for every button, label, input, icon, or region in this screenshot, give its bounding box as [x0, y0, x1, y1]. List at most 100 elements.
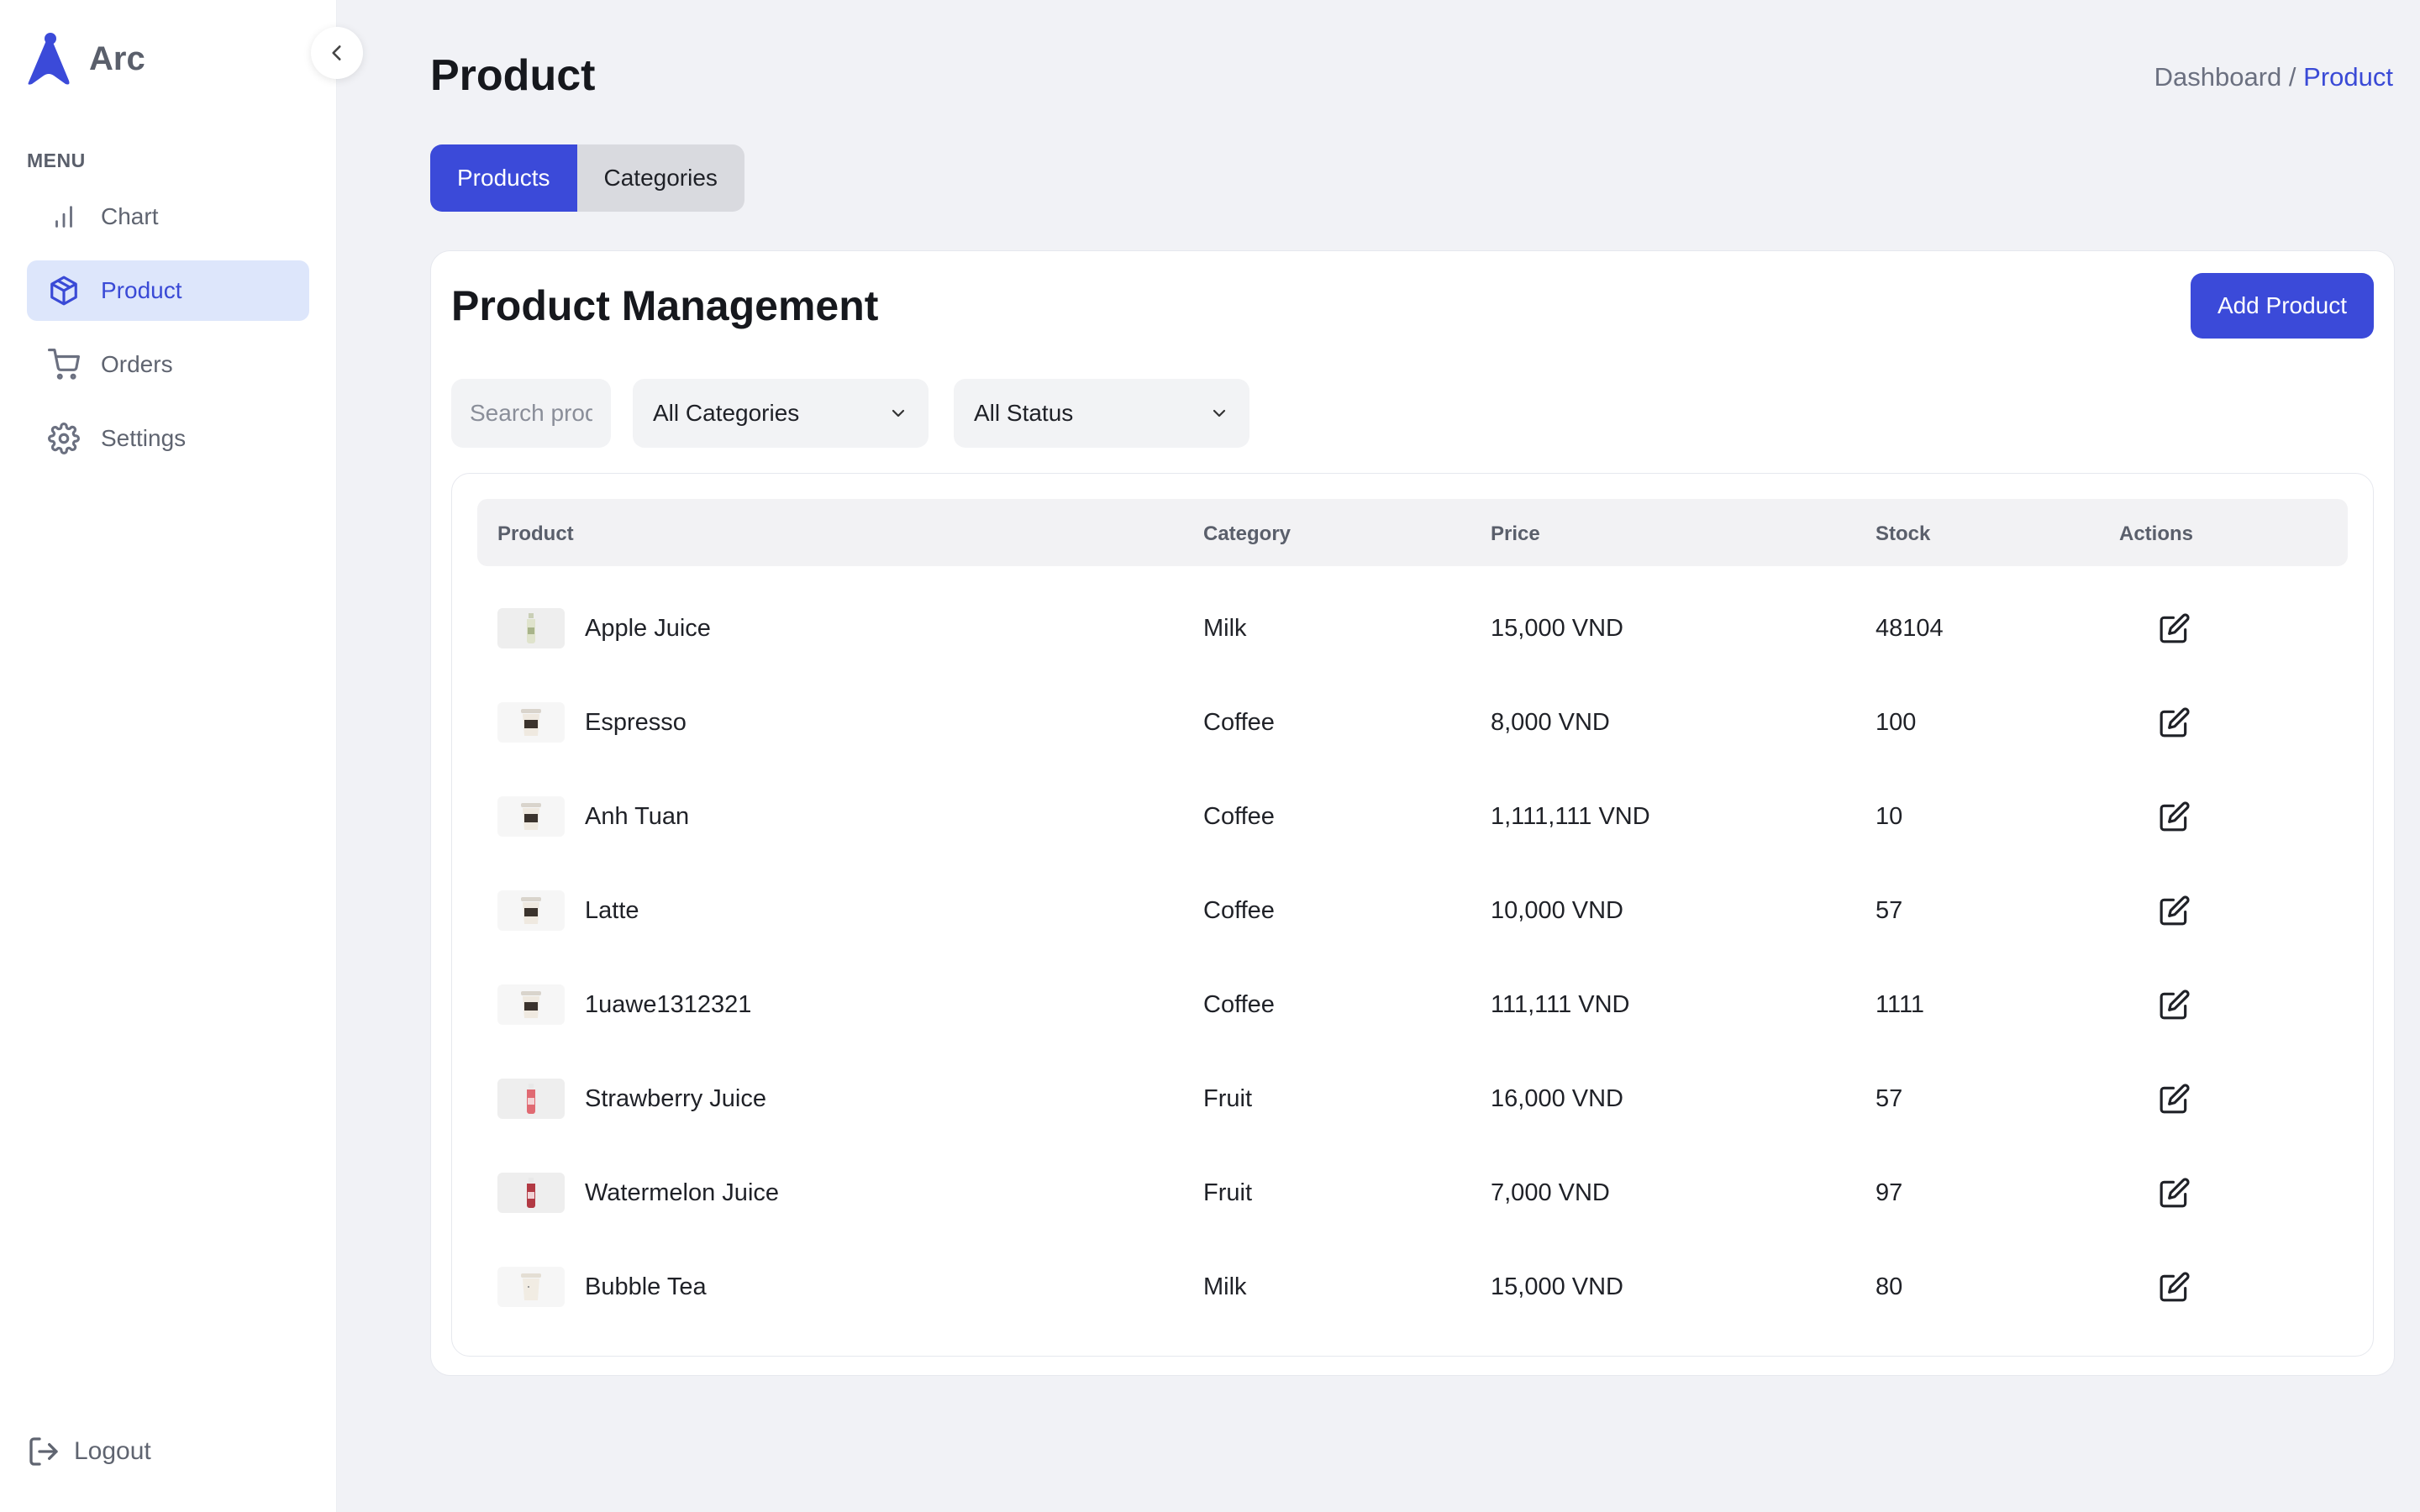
- category-filter-select[interactable]: All Categories: [633, 379, 929, 448]
- column-header-actions: Actions: [2119, 522, 2194, 545]
- product-stock: 57: [1876, 897, 1903, 924]
- chevron-down-icon: [1213, 409, 1226, 417]
- edit-icon[interactable]: [2156, 610, 2193, 647]
- product-price: 10,000 VND: [1491, 897, 1623, 924]
- table-row: Latte Coffee 10,000 VND 57: [477, 864, 2348, 958]
- cart-icon: [47, 348, 81, 381]
- column-header-category: Category: [1203, 522, 1292, 545]
- product-category: Milk: [1203, 1273, 1247, 1300]
- product-stock: 48104: [1876, 615, 1944, 642]
- table-row: Espresso Coffee 8,000 VND 100: [477, 675, 2348, 769]
- chevron-left-icon: [332, 45, 341, 60]
- product-price: 15,000 VND: [1491, 615, 1623, 642]
- product-name: Watermelon Juice: [585, 1179, 780, 1206]
- status-filter-select[interactable]: All Status: [954, 379, 1249, 448]
- product-stock: 97: [1876, 1179, 1903, 1206]
- table-row: Watermelon Juice Fruit 7,000 VND 97: [477, 1146, 2348, 1240]
- product-price: 1,111,111 VND: [1491, 803, 1650, 830]
- column-header-product: Product: [497, 522, 574, 545]
- product-thumbnail: [497, 1173, 565, 1213]
- tab-bar: Products Categories: [430, 144, 744, 212]
- gear-icon: [47, 422, 81, 455]
- product-price: 7,000 VND: [1491, 1179, 1610, 1206]
- product-price: 15,000 VND: [1491, 1273, 1623, 1300]
- product-category: Fruit: [1203, 1085, 1252, 1112]
- logout-button[interactable]: Logout: [27, 1435, 151, 1468]
- breadcrumb-current: Product: [2303, 62, 2393, 92]
- sidebar-item-product[interactable]: Product: [27, 260, 309, 321]
- column-header-stock: Stock: [1876, 522, 1931, 545]
- table-row: Anh Tuan Coffee 1,111,111 VND 10: [477, 769, 2348, 864]
- product-stock: 57: [1876, 1085, 1903, 1112]
- chevron-down-icon: [892, 409, 905, 417]
- product-name: Apple Juice: [585, 615, 711, 642]
- logout-label: Logout: [74, 1437, 151, 1465]
- table-row: 1uawe1312321 Coffee 111,111 VND 1111: [477, 958, 2348, 1052]
- product-stock: 80: [1876, 1273, 1903, 1300]
- brand-name: Arc: [89, 39, 145, 77]
- card-title: Product Management: [451, 282, 879, 329]
- product-thumbnail: [497, 1079, 565, 1119]
- sidebar-item-orders[interactable]: Orders: [27, 334, 309, 395]
- product-thumbnail: [497, 890, 565, 931]
- edit-icon[interactable]: [2156, 1080, 2193, 1117]
- product-name: Strawberry Juice: [585, 1085, 766, 1112]
- product-name: Bubble Tea: [585, 1273, 707, 1300]
- breadcrumb: Dashboard / Product: [2154, 62, 2393, 92]
- menu-title: MENU: [27, 150, 86, 171]
- page-title: Product: [430, 51, 596, 100]
- product-category: Coffee: [1203, 897, 1275, 924]
- column-header-price: Price: [1491, 522, 1540, 545]
- product-management-card: Product Management Add Product All Categ…: [430, 250, 2395, 1376]
- edit-icon[interactable]: [2156, 704, 2193, 741]
- product-name: 1uawe1312321: [585, 991, 752, 1018]
- sidebar-item-label: Settings: [101, 425, 187, 451]
- product-thumbnail: [497, 984, 565, 1025]
- product-thumbnail: [497, 608, 565, 648]
- sidebar-item-label: Product: [101, 277, 182, 303]
- product-category: Fruit: [1203, 1179, 1252, 1206]
- product-table: Product Category Price Stock Actions App…: [451, 473, 2374, 1357]
- product-price: 16,000 VND: [1491, 1085, 1623, 1112]
- product-stock: 1111: [1876, 991, 1925, 1018]
- product-name: Anh Tuan: [585, 803, 690, 830]
- sidebar-item-settings[interactable]: Settings: [27, 408, 309, 469]
- product-thumbnail: [497, 702, 565, 743]
- breadcrumb-dashboard[interactable]: Dashboard /: [2154, 62, 2296, 92]
- edit-icon[interactable]: [2156, 1268, 2193, 1305]
- product-category: Coffee: [1203, 991, 1275, 1018]
- sidebar-item-chart[interactable]: Chart: [27, 186, 309, 247]
- product-stock: 100: [1876, 709, 1917, 736]
- product-category: Coffee: [1203, 803, 1275, 830]
- table-row: Bubble Tea Milk 15,000 VND 80: [477, 1240, 2348, 1334]
- edit-icon[interactable]: [2156, 892, 2193, 929]
- tab-categories[interactable]: Categories: [576, 144, 744, 212]
- bar-chart-icon: [47, 200, 81, 234]
- search-input[interactable]: [451, 379, 611, 448]
- add-product-button[interactable]: Add Product: [2191, 273, 2374, 339]
- table-header: Product Category Price Stock Actions: [477, 499, 2348, 566]
- product-price: 8,000 VND: [1491, 709, 1610, 736]
- product-name: Latte: [585, 897, 639, 924]
- brand[interactable]: Arc: [25, 32, 145, 86]
- logout-icon: [29, 1437, 58, 1466]
- status-filter-value: All Status: [974, 400, 1074, 426]
- product-stock: 10: [1876, 803, 1903, 830]
- category-filter-value: All Categories: [653, 400, 800, 426]
- product-name: Espresso: [585, 709, 687, 736]
- sidebar: Arc MENU Chart Product Orders Settings L…: [0, 0, 337, 1512]
- edit-icon[interactable]: [2156, 1174, 2193, 1211]
- table-row: Strawberry Juice Fruit 16,000 VND 57: [477, 1052, 2348, 1146]
- sidebar-item-label: Orders: [101, 351, 173, 377]
- arc-logo-icon: [28, 33, 70, 85]
- product-category: Milk: [1203, 615, 1247, 642]
- edit-icon[interactable]: [2156, 798, 2193, 835]
- sidebar-collapse-button[interactable]: [311, 27, 363, 79]
- product-thumbnail: [497, 1267, 565, 1307]
- tab-products[interactable]: Products: [430, 144, 577, 212]
- product-category: Coffee: [1203, 709, 1275, 736]
- product-thumbnail: [497, 796, 565, 837]
- edit-icon[interactable]: [2156, 986, 2193, 1023]
- sidebar-item-label: Chart: [101, 203, 159, 229]
- table-row: Apple Juice Milk 15,000 VND 48104: [477, 581, 2348, 675]
